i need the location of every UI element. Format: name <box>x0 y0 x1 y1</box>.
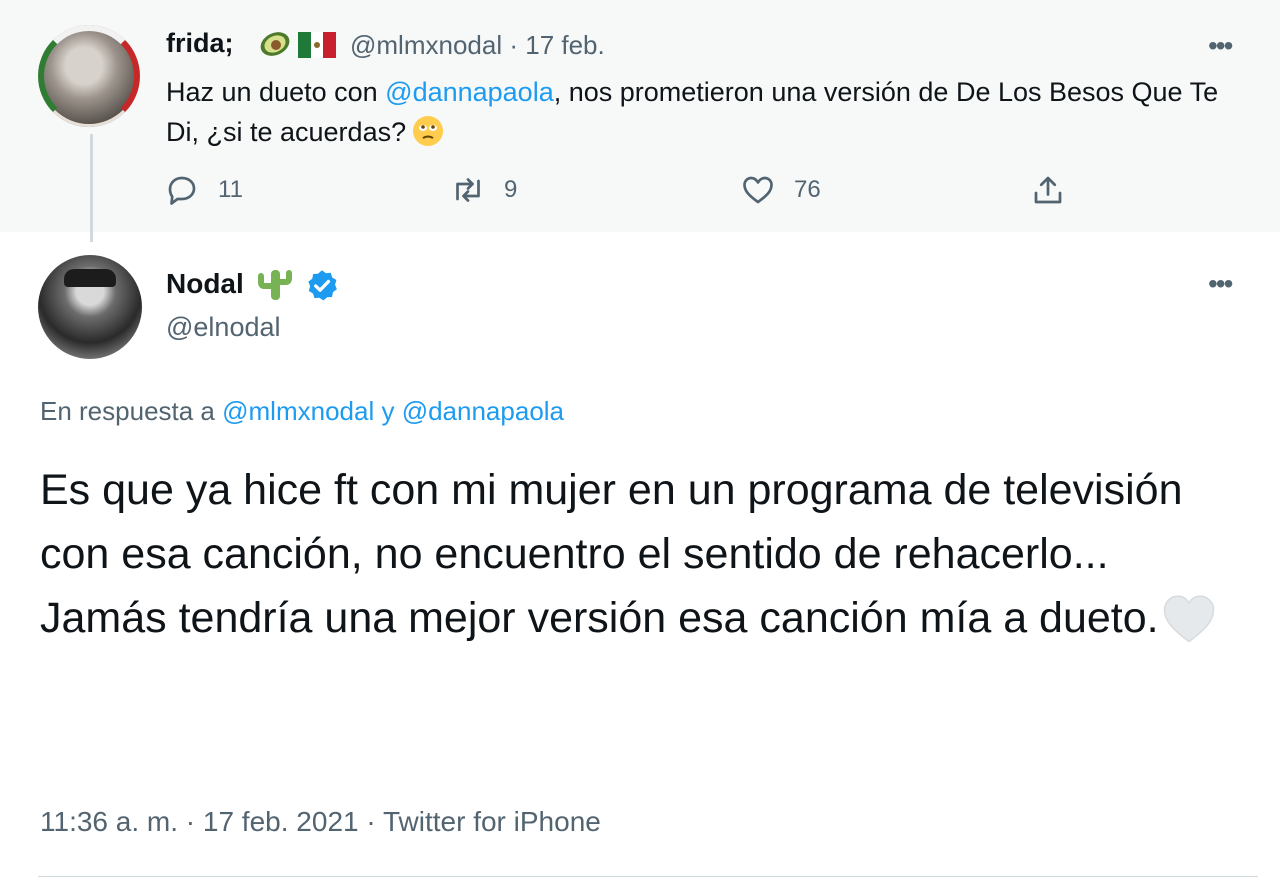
tweet-date[interactable]: 17 feb. <box>525 30 605 60</box>
white-heart-emoji <box>1163 595 1214 643</box>
tweet-text-part: Haz un dueto con <box>166 77 386 107</box>
divider <box>38 876 1258 877</box>
handle[interactable]: @elnodal <box>166 312 281 343</box>
display-name[interactable]: Nodal <box>166 268 244 300</box>
separator-dot: · <box>509 30 526 60</box>
verified-badge-icon <box>308 270 337 301</box>
mexico-flag-emoji <box>298 32 336 58</box>
avocado-emoji <box>260 32 290 56</box>
share-button[interactable] <box>1030 172 1084 208</box>
thread-connector <box>90 134 93 242</box>
retweet-icon <box>456 178 480 202</box>
tweet-meta: @mlmxnodal · 17 feb. <box>350 30 605 61</box>
tweet-text: Haz un dueto con @dannapaola, nos promet… <box>166 72 1226 152</box>
handle[interactable]: @mlmxnodal <box>350 30 502 60</box>
like-count: 76 <box>794 176 821 203</box>
tweet-body: Es que ya hice ft con mi mujer en un pro… <box>40 466 1183 642</box>
heart-icon <box>743 176 773 204</box>
share-icon <box>1034 176 1062 204</box>
replying-label: En respuesta a <box>40 396 215 426</box>
mention-link[interactable]: @mlmxnodal <box>222 396 374 426</box>
tweet-actions: 11 9 76 <box>0 172 1280 212</box>
mention-link[interactable]: @dannapaola <box>385 77 554 107</box>
face-emoji <box>413 116 444 146</box>
like-button[interactable]: 76 <box>740 172 821 208</box>
avatar[interactable] <box>38 25 140 127</box>
more-options-button[interactable]: ••• <box>1208 30 1233 62</box>
reply-icon <box>168 176 196 205</box>
replying-join: y <box>381 396 395 426</box>
reply-button[interactable]: 11 <box>164 172 243 208</box>
retweet-button[interactable]: 9 <box>450 172 517 208</box>
cactus-emoji <box>258 270 292 300</box>
retweet-count: 9 <box>504 176 518 203</box>
tweet-timestamp[interactable]: 11:36 a. m. · 17 feb. 2021 · Twitter for… <box>40 806 601 838</box>
display-name[interactable]: frida; <box>166 28 234 59</box>
replying-to: En respuesta a @mlmxnodal y @dannapaola <box>40 396 564 427</box>
reply-count: 11 <box>218 176 243 203</box>
avatar[interactable] <box>38 255 142 359</box>
tweet-text: Es que ya hice ft con mi mujer en un pro… <box>40 458 1250 650</box>
more-options-button[interactable]: ••• <box>1208 268 1233 300</box>
reply-tweet[interactable]: frida; @mlmxnodal · 17 feb. ••• Haz un d… <box>0 0 1280 232</box>
mention-link[interactable]: @dannapaola <box>402 396 564 426</box>
